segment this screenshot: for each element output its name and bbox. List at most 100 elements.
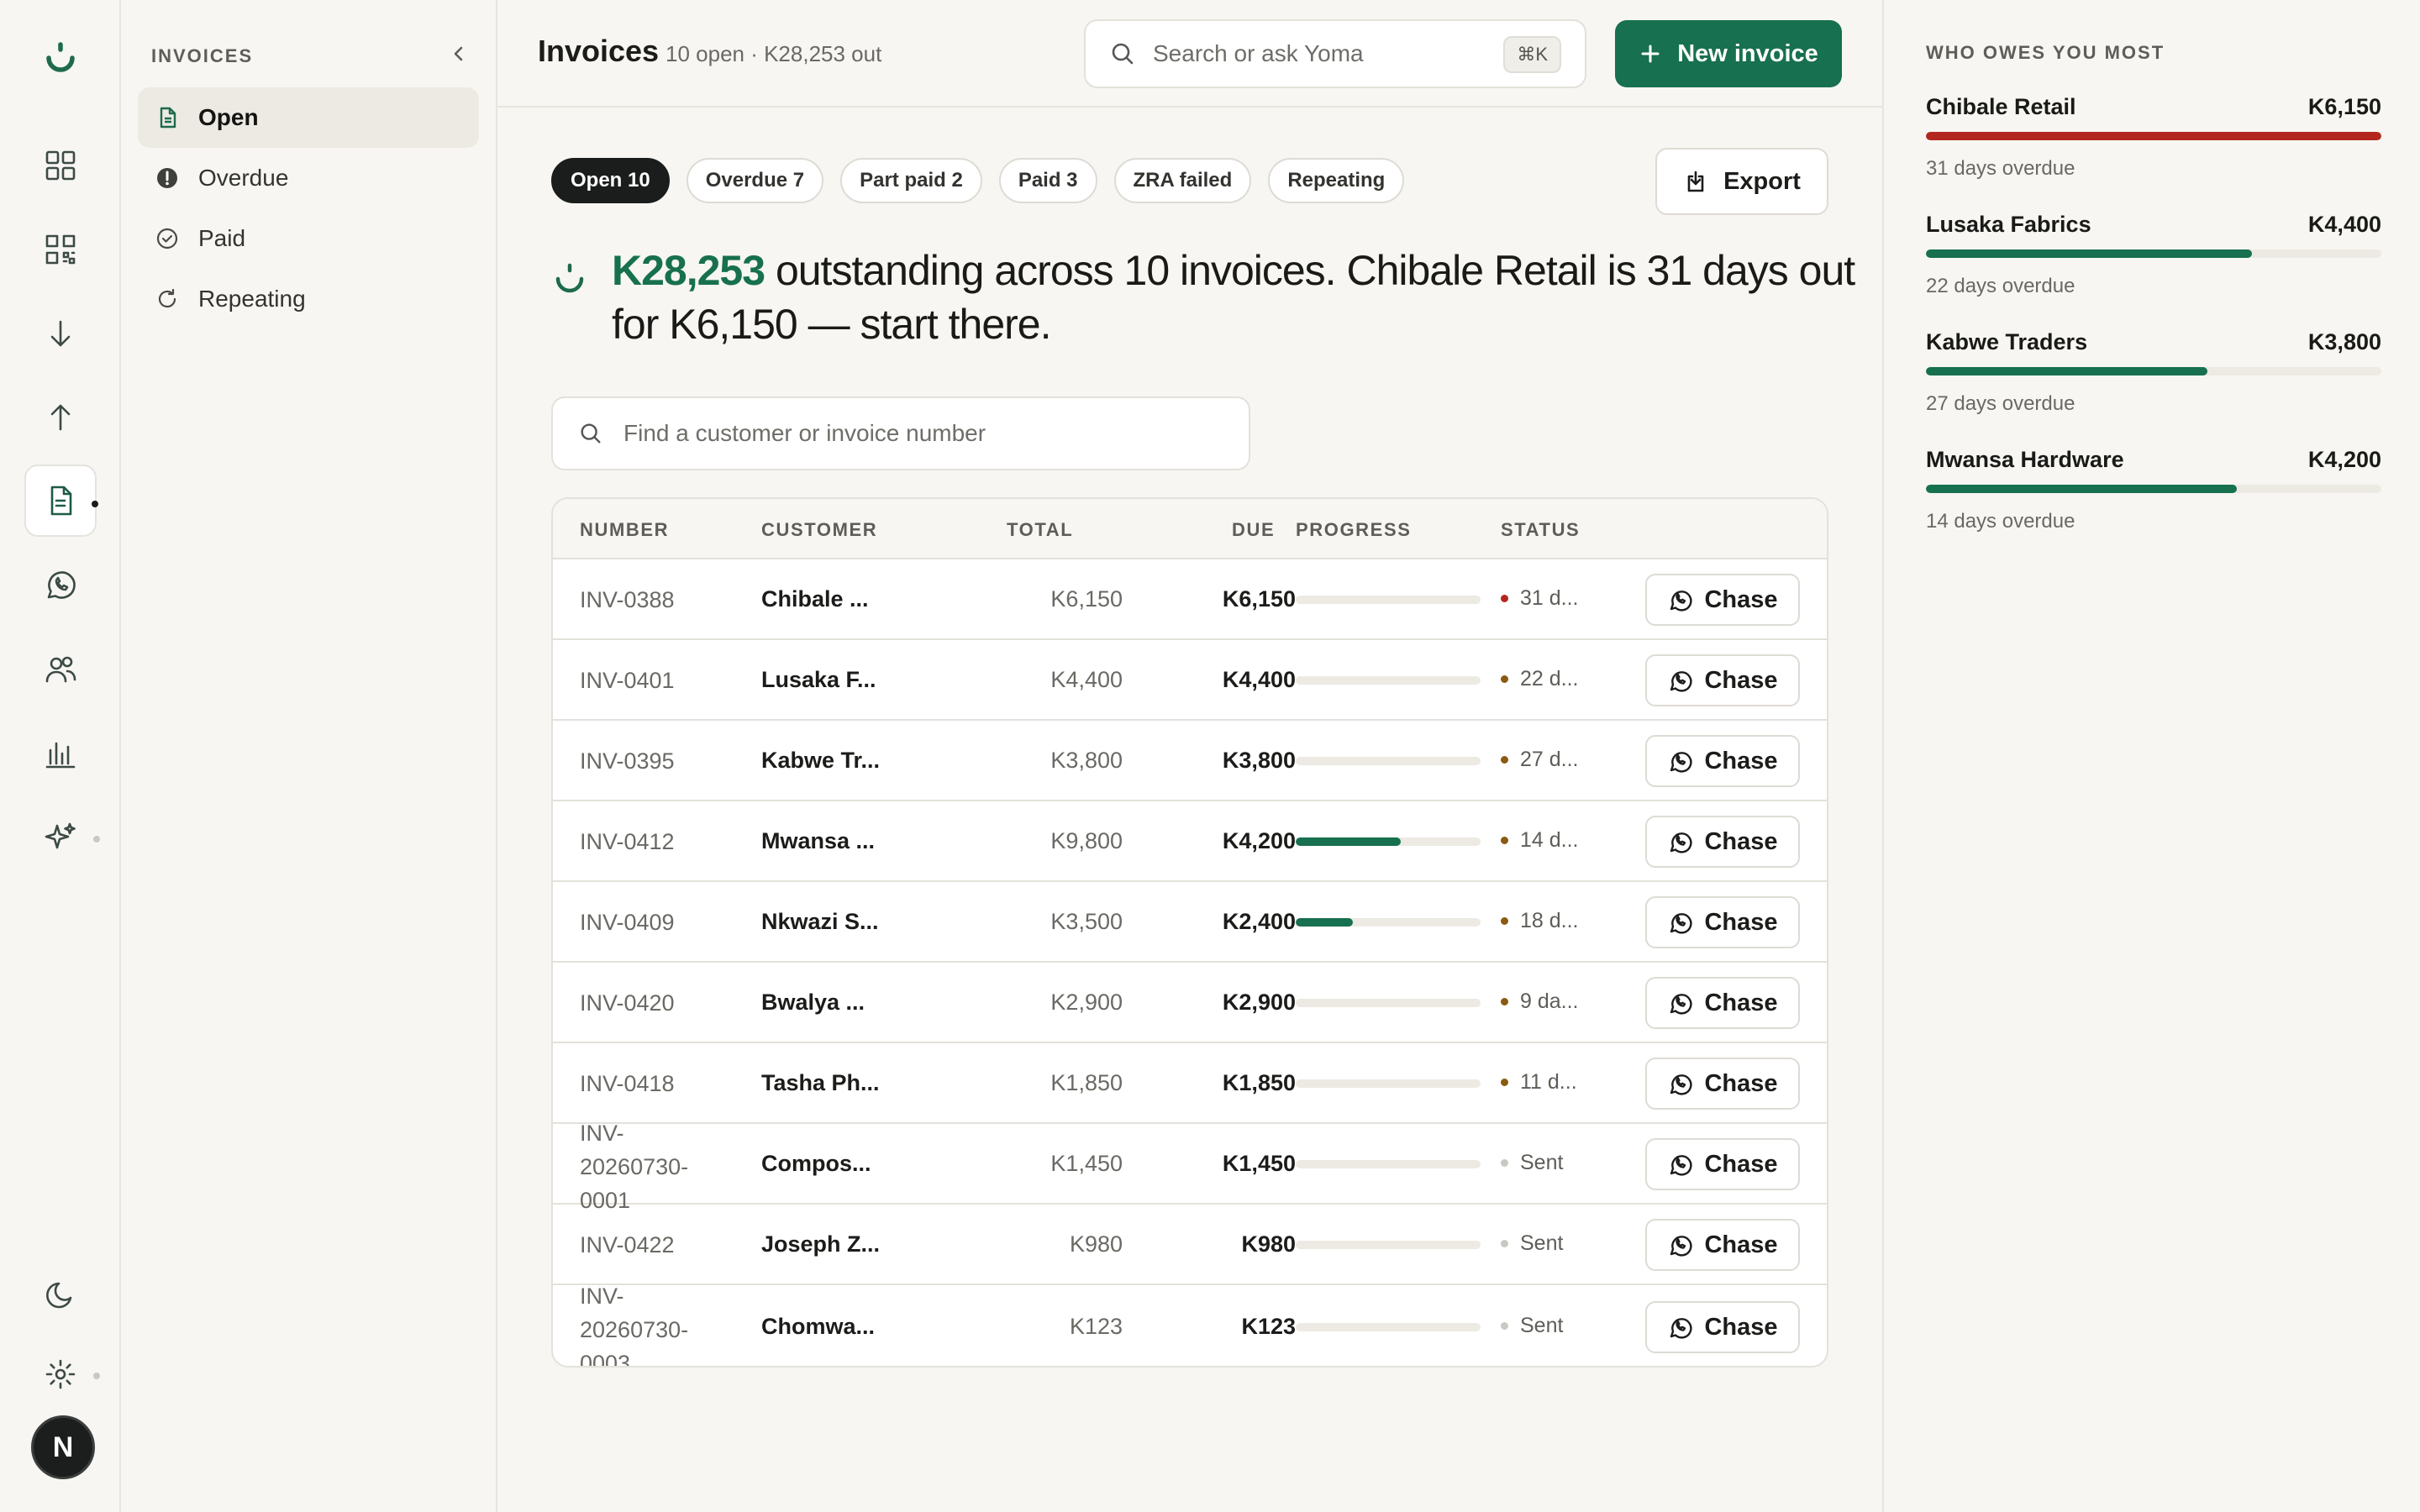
filter-chip-repeating[interactable]: Repeating: [1268, 158, 1405, 203]
status-dot: [1501, 675, 1508, 683]
invoices-nav-icon[interactable]: [24, 465, 98, 537]
column-header-progress[interactable]: PROGRESS: [1296, 519, 1412, 541]
table-row[interactable]: INV-0395 Kabwe Tr... K3,800 K3,800 27 d... Ch…: [553, 721, 1827, 801]
dashboard-icon[interactable]: [24, 129, 97, 202]
subnav-item-repeating[interactable]: Repeating: [138, 269, 479, 329]
customer-name[interactable]: Kabwe Tr...: [761, 748, 880, 774]
invoice-number[interactable]: INV-0401: [580, 664, 714, 697]
chase-button[interactable]: Chase: [1645, 735, 1800, 787]
customer-name[interactable]: Mwansa ...: [761, 828, 875, 854]
amount-due: K6,150: [1222, 586, 1296, 612]
customer-name[interactable]: Tasha Ph...: [761, 1070, 880, 1096]
column-header-total[interactable]: TOTAL: [1007, 519, 1073, 541]
debtor-item[interactable]: Mwansa Hardware K4,200 14 days overdue: [1926, 447, 2381, 539]
qr-code-icon[interactable]: [24, 213, 97, 286]
debtor-item[interactable]: Lusaka Fabrics K4,400 22 days overdue: [1926, 212, 2381, 304]
chase-button[interactable]: Chase: [1645, 574, 1800, 626]
subnav-item-paid[interactable]: Paid: [138, 208, 479, 269]
invoice-number-line: INV-: [580, 1284, 624, 1309]
reports-icon[interactable]: [24, 717, 97, 790]
collapse-chevron-icon[interactable]: [447, 42, 471, 70]
customer-name[interactable]: Bwalya ...: [761, 990, 865, 1016]
subnav-item-overdue[interactable]: Overdue: [138, 148, 479, 208]
document-icon: [160, 107, 176, 129]
export-button[interactable]: Export: [1655, 148, 1828, 215]
chase-button[interactable]: Chase: [1645, 816, 1800, 868]
chase-button[interactable]: Chase: [1645, 1058, 1800, 1110]
find-placeholder: Find a customer or invoice number: [623, 420, 986, 446]
invoice-number[interactable]: INV-0422: [580, 1228, 714, 1262]
table-row[interactable]: INV-0401 Lusaka F... K4,400 K4,400 22 d... Ch…: [553, 640, 1827, 721]
customer-name[interactable]: Nkwazi S...: [761, 909, 879, 935]
customer-name[interactable]: Lusaka F...: [761, 667, 876, 693]
invoice-number-line: 20260730-: [580, 1154, 689, 1179]
chase-button[interactable]: Chase: [1645, 896, 1800, 948]
chase-button[interactable]: Chase: [1645, 1219, 1800, 1271]
find-customer-input[interactable]: Find a customer or invoice number: [551, 396, 1250, 470]
dark-mode-icon[interactable]: [24, 1258, 97, 1331]
subnav-item-open[interactable]: Open: [138, 87, 479, 148]
column-header-customer[interactable]: CUSTOMER: [761, 519, 877, 541]
global-search-input[interactable]: Search or ask Yoma ⌘K: [1084, 19, 1586, 88]
invoice-number[interactable]: INV-0409: [580, 906, 714, 939]
invoice-total: K980: [1069, 1231, 1123, 1257]
money-in-icon[interactable]: [24, 297, 97, 370]
filter-chip-paid[interactable]: Paid 3: [998, 158, 1097, 203]
filter-chip-zra-failed[interactable]: ZRA failed: [1113, 158, 1252, 203]
table-row[interactable]: INV-0388 Chibale ... K6,150 K6,150 31 d... Ch…: [553, 559, 1827, 640]
invoice-total: K3,500: [1050, 909, 1123, 934]
debtor-bar: [1926, 485, 2381, 493]
user-avatar[interactable]: N: [31, 1415, 95, 1479]
invoice-number[interactable]: INV- 20260730- 0001: [580, 1116, 714, 1217]
whatsapp-icon: [1670, 1318, 1692, 1339]
table-row[interactable]: INV-0409 Nkwazi S... K3,500 K2,400 18 d... Ch…: [553, 882, 1827, 963]
logo-icon[interactable]: [24, 22, 97, 94]
customer-name[interactable]: Compos...: [761, 1151, 871, 1177]
debtor-amount: K3,800: [2307, 329, 2381, 354]
customer-name[interactable]: Chibale ...: [761, 586, 869, 612]
customers-icon[interactable]: [24, 633, 97, 706]
invoice-number[interactable]: INV-0412: [580, 825, 714, 858]
debtor-item[interactable]: Chibale Retail K6,150 31 days overdue: [1926, 94, 2381, 186]
invoice-number[interactable]: INV- 20260730- 0003: [580, 1279, 714, 1366]
invoice-total: K4,400: [1050, 667, 1123, 692]
chase-label: Chase: [1704, 1313, 1778, 1341]
whatsapp-icon: [1670, 1074, 1692, 1095]
table-row[interactable]: INV-0422 Joseph Z... K980 K980 Sent Chase: [553, 1205, 1827, 1285]
column-header-number[interactable]: NUMBER: [580, 519, 669, 541]
table-row[interactable]: INV-0412 Mwansa ... K9,800 K4,200 14 d... Cha…: [553, 801, 1827, 882]
chase-button[interactable]: Chase: [1645, 1301, 1800, 1353]
invoice-number[interactable]: INV-0420: [580, 986, 714, 1020]
status-badge: 14 d...: [1501, 828, 1579, 853]
invoice-number[interactable]: INV-0388: [580, 583, 714, 617]
column-header-due[interactable]: DUE: [1232, 519, 1275, 541]
top-bar: Invoices 10 open · K28,253 out Search or…: [497, 0, 1882, 108]
chase-button[interactable]: Chase: [1645, 1138, 1800, 1190]
new-invoice-button[interactable]: New invoice: [1615, 20, 1842, 87]
chase-button[interactable]: Chase: [1645, 654, 1800, 706]
search-placeholder: Search or ask Yoma: [1153, 40, 1364, 66]
filter-chip-overdue[interactable]: Overdue 7: [686, 158, 824, 203]
customer-name[interactable]: Chomwa...: [761, 1314, 875, 1340]
table-row[interactable]: INV-0420 Bwalya ... K2,900 K2,900 9 da... Cha…: [553, 963, 1827, 1043]
table-row[interactable]: INV- 20260730- 0001 Compos... K1,450 K1,450 Se…: [553, 1121, 1827, 1213]
amount-due: K980: [1241, 1231, 1296, 1257]
column-header-status[interactable]: STATUS: [1501, 519, 1580, 541]
settings-gear-icon[interactable]: [24, 1338, 100, 1410]
money-out-icon[interactable]: [24, 381, 97, 454]
whatsapp-icon[interactable]: [24, 549, 97, 622]
table-row[interactable]: INV- 20260730- 0003 Chomwa... K123 K123 Sent Ch…: [553, 1284, 1827, 1366]
filter-chip-part-paid[interactable]: Part paid 2: [840, 158, 982, 203]
debtor-item[interactable]: Kabwe Traders K3,800 27 days overdue: [1926, 329, 2381, 422]
customer-name[interactable]: Joseph Z...: [761, 1231, 880, 1257]
ai-sparkle-icon[interactable]: [24, 801, 100, 874]
active-indicator-dot: [92, 501, 98, 507]
invoice-number[interactable]: INV-0418: [580, 1067, 714, 1100]
table-row[interactable]: INV-0418 Tasha Ph... K1,850 K1,850 11 d... Ch…: [553, 1043, 1827, 1124]
debtor-overdue-text: 27 days overdue: [1926, 392, 2075, 415]
filter-chip-open[interactable]: Open 10: [551, 158, 670, 203]
payment-progress-bar: [1296, 1160, 1481, 1168]
chase-button[interactable]: Chase: [1645, 977, 1800, 1029]
invoice-number[interactable]: INV-0395: [580, 744, 714, 778]
icon-rail: N: [0, 0, 121, 1512]
